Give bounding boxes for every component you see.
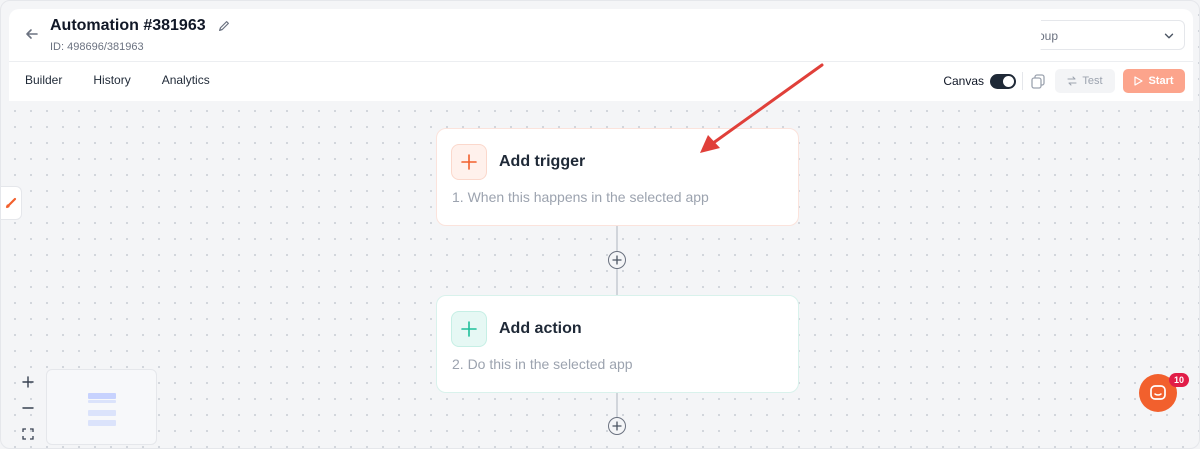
action-title: Add action [499,320,582,337]
fullscreen-icon [22,428,34,440]
tab-builder[interactable]: Builder [25,73,62,87]
plus-icon [461,321,477,337]
canvas-toggle-label: Canvas [943,74,984,88]
popover-overlay [749,9,1041,55]
zoom-in-button[interactable] [16,370,40,394]
plus-icon [612,421,622,431]
chat-unread-badge: 10 [1169,373,1189,387]
group-select-value: oup [1038,29,1059,43]
diagonal-pen-icon [5,197,17,209]
copy-icon[interactable] [1029,72,1047,90]
header: Automation #381963 ID: 498696/381963 oup… [9,9,1193,101]
minimap-node [88,393,116,399]
trigger-plus-box [451,144,487,180]
play-icon [1134,76,1144,86]
swap-arrows-icon [1067,76,1077,86]
test-button[interactable]: Test [1055,69,1115,93]
add-step-button[interactable] [608,251,626,269]
trigger-title: Add trigger [499,153,586,170]
toggle-knob [1003,75,1014,87]
side-panel-toggle[interactable] [1,186,22,220]
toolbar: Canvas Test Start [943,69,1185,93]
toolbar-divider [1022,72,1023,90]
chat-bubble-icon [1150,385,1166,400]
tab-history[interactable]: History [93,73,130,87]
tab-bar: Builder History Analytics [25,73,241,87]
minimap-node [88,410,116,416]
test-button-label: Test [1082,75,1103,87]
minimap-node [88,400,116,403]
zoom-out-button[interactable] [16,396,40,420]
fit-view-button[interactable] [16,422,40,446]
minimap[interactable] [46,369,157,445]
back-button[interactable] [21,23,43,45]
action-description: 2. Do this in the selected app [452,356,633,372]
minimap-node [88,420,116,426]
minus-icon [22,407,34,409]
plus-icon [461,154,477,170]
arrow-left-icon [26,29,38,39]
start-button[interactable]: Start [1123,69,1185,93]
start-button-label: Start [1148,75,1174,87]
automation-id: ID: 498696/381963 [50,41,144,53]
page-title: Automation #381963 [50,17,206,34]
pencil-icon [219,21,229,31]
chevron-down-icon [1164,33,1174,39]
canvas-toggle[interactable] [990,73,1016,89]
header-divider [9,61,1193,62]
add-action-card[interactable]: Add action 2. Do this in the selected ap… [436,295,799,393]
edit-title-button[interactable] [217,19,233,35]
trigger-description: 1. When this happens in the selected app [452,189,709,205]
tab-analytics[interactable]: Analytics [162,73,210,87]
add-trigger-card[interactable]: Add trigger 1. When this happens in the … [436,128,799,226]
add-step-button[interactable] [608,417,626,435]
plus-icon [612,255,622,265]
zoom-controls [15,370,41,446]
action-plus-box [451,311,487,347]
plus-icon [22,376,34,388]
connector-line [616,393,618,417]
automation-builder-window: Automation #381963 ID: 498696/381963 oup… [0,0,1200,449]
